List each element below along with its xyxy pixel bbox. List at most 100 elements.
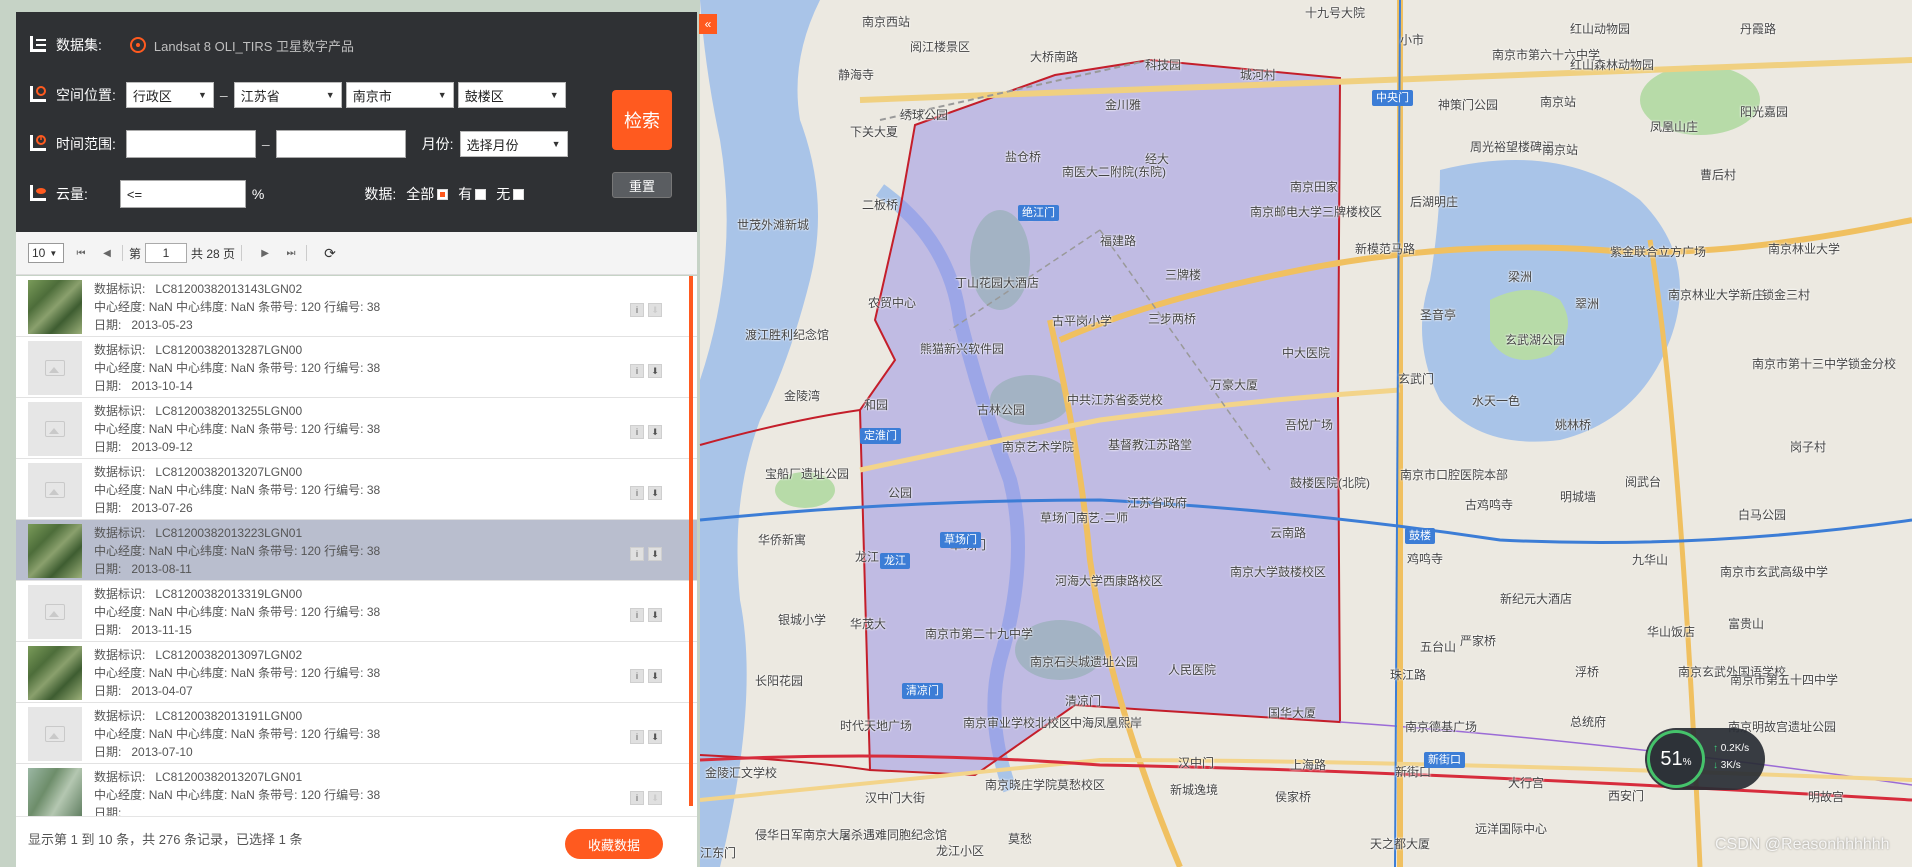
map-place-label[interactable]: 梁洲 bbox=[1508, 270, 1532, 284]
map-place-label[interactable]: 公园 bbox=[888, 486, 912, 500]
map-place-label[interactable]: 中海凤凰熙岸 bbox=[1070, 716, 1142, 730]
download-icon[interactable]: ⬇ bbox=[648, 791, 662, 805]
thumbnail[interactable] bbox=[28, 585, 82, 639]
reset-button[interactable]: 重置 bbox=[612, 172, 672, 198]
map-place-label[interactable]: 江苏省政府 bbox=[1127, 496, 1187, 510]
map-place-label[interactable]: 新模范马路 bbox=[1355, 242, 1415, 256]
metro-station-label[interactable]: 绝江门 bbox=[1018, 205, 1059, 221]
info-icon[interactable]: i bbox=[630, 486, 644, 500]
map-place-label[interactable]: 富贵山 bbox=[1728, 617, 1764, 631]
map-place-label[interactable]: 南京市第二十九中学 bbox=[925, 627, 1033, 641]
info-icon[interactable]: i bbox=[630, 364, 644, 378]
map-place-label[interactable]: 南京站 bbox=[1540, 95, 1576, 109]
map-place-label[interactable]: 后湖明庄 bbox=[1410, 195, 1458, 209]
map-place-label[interactable]: 莫愁 bbox=[1008, 832, 1032, 846]
result-item[interactable]: 数据标识: LC81200382013191LGN00 中心经度: NaN 中心纬度… bbox=[16, 703, 697, 764]
map-place-label[interactable]: 国华大厦 bbox=[1268, 706, 1316, 720]
info-icon[interactable]: i bbox=[630, 669, 644, 683]
map-place-label[interactable]: 宝船厂遗址公园 bbox=[765, 467, 849, 481]
search-button[interactable]: 检索 bbox=[612, 90, 672, 150]
map-place-label[interactable]: 阳光嘉园 bbox=[1740, 105, 1788, 119]
map-place-label[interactable]: 清凉门 bbox=[1065, 694, 1101, 708]
map-place-label[interactable]: 人民医院 bbox=[1168, 663, 1216, 677]
map-place-label[interactable]: 红山森林动物园 bbox=[1570, 58, 1654, 72]
refresh-icon[interactable]: ⟳ bbox=[321, 245, 339, 262]
map-place-label[interactable]: 南京艺术学院 bbox=[1002, 440, 1074, 454]
map-place-label[interactable]: 明故宫 bbox=[1808, 790, 1844, 804]
map-place-label[interactable]: 南医大二附院(东院) bbox=[1062, 165, 1166, 179]
map-place-label[interactable]: 南京晓庄学院莫愁校区 bbox=[985, 778, 1105, 792]
map-place-label[interactable]: 农贸中心 bbox=[868, 296, 916, 310]
map-place-label[interactable]: 天之都大厦 bbox=[1370, 837, 1430, 851]
data-yes-checkbox[interactable] bbox=[475, 188, 487, 200]
map-place-label[interactable]: 古平岗小学 bbox=[1052, 314, 1112, 328]
map-place-label[interactable]: 河海大学西康路校区 bbox=[1055, 574, 1163, 588]
metro-station-label[interactable]: 龙江 bbox=[880, 553, 910, 569]
info-icon[interactable]: i bbox=[630, 547, 644, 561]
map-place-label[interactable]: 世茂外滩新城 bbox=[737, 218, 809, 232]
thumbnail[interactable] bbox=[28, 402, 82, 456]
data-no-checkbox[interactable] bbox=[513, 188, 525, 200]
map-place-label[interactable]: 阅江楼景区 bbox=[910, 40, 970, 54]
map-place-label[interactable]: 南京德基广场 bbox=[1405, 720, 1477, 734]
map-place-label[interactable]: 南京市第五十四中学 bbox=[1730, 673, 1838, 687]
first-page-icon[interactable]: ⏮ bbox=[72, 248, 90, 259]
map-place-label[interactable]: 城河村 bbox=[1240, 68, 1276, 82]
page-input[interactable]: 1 bbox=[145, 243, 188, 263]
map-place-label[interactable]: 珠江路 bbox=[1390, 668, 1426, 682]
thumbnail[interactable] bbox=[28, 768, 82, 816]
map-place-label[interactable]: 紫金联合立方广场 bbox=[1610, 245, 1706, 259]
map-place-label[interactable]: 大桥南路 bbox=[1030, 50, 1078, 64]
map-place-label[interactable]: 汉中门大街 bbox=[865, 791, 925, 805]
map-place-label[interactable]: 云南路 bbox=[1270, 526, 1306, 540]
thumbnail[interactable] bbox=[28, 707, 82, 761]
location-type-select[interactable]: 行政区 ▼ bbox=[125, 82, 214, 108]
result-item[interactable]: 数据标识: LC81200382013255LGN00 中心经度: NaN 中心纬度… bbox=[16, 398, 697, 459]
metro-station-label[interactable]: 鼓楼 bbox=[1405, 528, 1435, 544]
map-place-label[interactable]: 翠洲 bbox=[1575, 297, 1599, 311]
map-place-label[interactable]: 静海寺 bbox=[838, 68, 874, 82]
map-place-label[interactable]: 金川雅 bbox=[1105, 98, 1141, 112]
download-icon[interactable]: ⬇ bbox=[648, 608, 662, 622]
map-place-label[interactable]: 长阳花园 bbox=[755, 674, 803, 688]
map-place-label[interactable]: 中大医院 bbox=[1282, 346, 1330, 360]
map-place-label[interactable]: 丁山花园大酒店 bbox=[955, 276, 1039, 290]
prev-page-icon[interactable]: ◀ bbox=[98, 248, 116, 259]
map-place-label[interactable]: 玄武门 bbox=[1398, 372, 1434, 386]
map-place-label[interactable]: 新纪元大酒店 bbox=[1500, 592, 1572, 606]
city-select[interactable]: 南京市 ▼ bbox=[345, 82, 454, 108]
map-place-label[interactable]: 红山动物园 bbox=[1570, 22, 1630, 36]
map-place-label[interactable]: 锁金三村 bbox=[1762, 288, 1810, 302]
metro-station-label[interactable]: 清凉门 bbox=[902, 683, 943, 699]
map-place-label[interactable]: 科技园 bbox=[1145, 58, 1181, 72]
map-place-label[interactable]: 福建路 bbox=[1100, 234, 1136, 248]
map-place-label[interactable]: 银城小学 bbox=[778, 613, 826, 627]
map-place-label[interactable]: 南京大学鼓楼校区 bbox=[1230, 565, 1326, 579]
map-place-label[interactable]: 南京石头城遗址公园 bbox=[1030, 655, 1138, 669]
map-place-label[interactable]: 曹后村 bbox=[1700, 168, 1736, 182]
map-place-label[interactable]: 南京市口腔医院本部 bbox=[1400, 468, 1508, 482]
map-place-label[interactable]: 南京市玄武高级中学 bbox=[1720, 565, 1828, 579]
map-place-label[interactable]: 鼓楼医院(北院) bbox=[1290, 476, 1370, 490]
collapse-panel-button[interactable]: « bbox=[699, 14, 717, 34]
dataset-target-icon[interactable] bbox=[129, 37, 146, 53]
map-place-label[interactable]: 岗子村 bbox=[1790, 440, 1826, 454]
map-place-label[interactable]: 上海路 bbox=[1290, 758, 1326, 772]
metro-station-label[interactable]: 中央门 bbox=[1372, 90, 1413, 106]
result-item[interactable]: 数据标识: LC81200382013223LGN01 中心经度: NaN 中心纬度… bbox=[16, 520, 697, 581]
map-place-label[interactable]: 南京站 bbox=[1542, 143, 1578, 157]
map-place-label[interactable]: 渡江胜利纪念馆 bbox=[745, 328, 829, 342]
metro-station-label[interactable]: 定淮门 bbox=[860, 428, 901, 444]
map-place-label[interactable]: 金陵汇文学校 bbox=[705, 766, 777, 780]
month-select[interactable]: 选择月份 ▼ bbox=[459, 131, 568, 157]
map-place-label[interactable]: 大行宫 bbox=[1508, 776, 1544, 790]
map-place-label[interactable]: 五台山 bbox=[1420, 640, 1456, 654]
thumbnail[interactable] bbox=[28, 646, 82, 700]
map-place-label[interactable]: 凤凰山庄 bbox=[1650, 120, 1698, 134]
map-place-label[interactable]: 西安门 bbox=[1608, 789, 1644, 803]
download-icon[interactable]: ⬇ bbox=[648, 669, 662, 683]
metro-station-label[interactable]: 草场门 bbox=[940, 532, 981, 548]
map-place-label[interactable]: 水天一色 bbox=[1472, 394, 1520, 408]
district-select[interactable]: 鼓楼区 ▼ bbox=[457, 82, 566, 108]
map-place-label[interactable]: 吾悦广场 bbox=[1285, 418, 1333, 432]
